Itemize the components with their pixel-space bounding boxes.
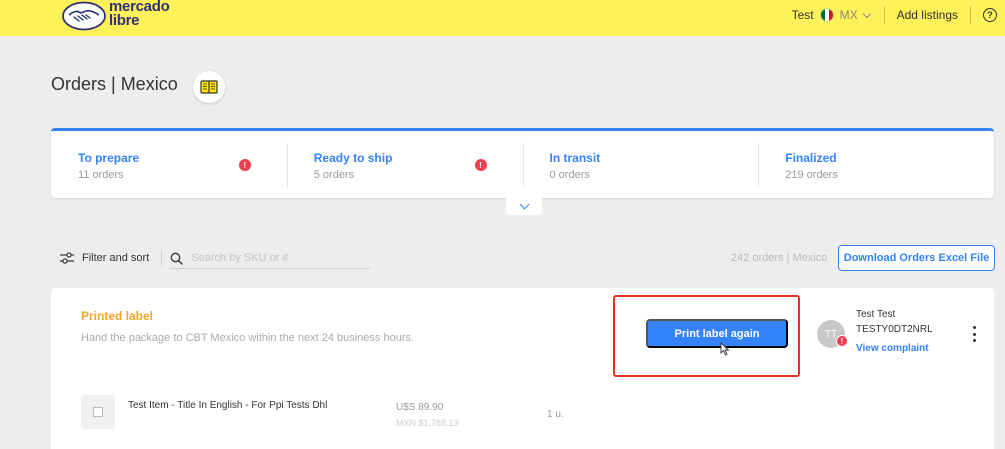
- more-options-icon[interactable]: [971, 326, 977, 342]
- print-label-again-button[interactable]: Print label again: [646, 319, 788, 348]
- chevron-down-icon[interactable]: [862, 9, 871, 18]
- mercado-libre-logo-icon[interactable]: [62, 1, 106, 31]
- search-box: [170, 252, 371, 269]
- page-title: Orders | Mexico: [51, 74, 178, 94]
- item-thumbnail[interactable]: [81, 395, 115, 429]
- view-complaint-link[interactable]: View complaint: [856, 343, 929, 354]
- tab-to-prepare[interactable]: To prepare 11 orders !: [51, 131, 287, 198]
- item-price-mxn: MXN $1,788.13: [396, 418, 459, 428]
- alert-icon: !: [238, 159, 251, 171]
- tab-count: 5 orders: [313, 169, 355, 181]
- item-quantity: 1 u.: [547, 409, 564, 420]
- help-icon[interactable]: ?: [983, 8, 997, 22]
- tab-title: In transit: [549, 151, 601, 165]
- tab-title: Ready to ship: [313, 151, 393, 165]
- tab-finalized[interactable]: Finalized 219 orders: [758, 131, 994, 198]
- top-header: mercado libre Test MX Add listings ?: [0, 0, 1005, 36]
- mouse-cursor-icon: [720, 342, 730, 356]
- header-nav: Test MX Add listings ?: [792, 0, 1005, 30]
- book-icon: [200, 80, 218, 94]
- chevron-down-icon: [519, 199, 529, 210]
- tab-ready-to-ship[interactable]: Ready to ship 5 orders !: [286, 131, 523, 198]
- tab-count: 219 orders: [785, 169, 838, 181]
- order-status-tabs: To prepare 11 orders ! Ready to ship 5 o…: [51, 128, 994, 198]
- add-listings-link[interactable]: Add listings: [897, 8, 958, 22]
- user-name[interactable]: Test: [792, 8, 814, 22]
- order-status-label: Printed label: [81, 309, 154, 323]
- nav-divider: [970, 6, 971, 24]
- item-title[interactable]: Test Item - Title In English - For Ppi T…: [128, 399, 338, 413]
- tab-in-transit[interactable]: In transit 0 orders: [522, 131, 759, 198]
- country-selector[interactable]: MX: [840, 8, 858, 22]
- order-card: Printed label Hand the package to CBT Me…: [51, 288, 994, 449]
- download-excel-button[interactable]: Download Orders Excel File: [838, 245, 995, 271]
- item-price-usd: U$S 89.90: [396, 402, 444, 413]
- filter-toolbar: Filter and sort: [60, 248, 371, 269]
- guide-button[interactable]: [193, 71, 225, 103]
- expand-tabs-button[interactable]: [506, 198, 542, 215]
- logo-wordmark: mercado libre: [109, 0, 170, 29]
- buyer-id: TESTY0DT2NRL: [856, 324, 933, 335]
- toolbar-divider: [161, 250, 163, 266]
- mexico-flag-icon[interactable]: [819, 8, 834, 22]
- search-input[interactable]: [191, 252, 362, 264]
- filter-and-sort-button[interactable]: Filter and sort: [82, 252, 149, 264]
- alert-icon: !: [474, 159, 487, 171]
- tab-count: 0 orders: [549, 169, 590, 181]
- filter-sliders-icon[interactable]: [60, 252, 74, 264]
- image-placeholder-icon: [93, 407, 103, 417]
- alert-icon: !: [836, 335, 848, 347]
- orders-count: 242 orders | Mexico: [731, 252, 828, 264]
- order-description: Hand the package to CBT Mexico within th…: [81, 332, 415, 344]
- nav-divider: [883, 6, 885, 24]
- search-icon[interactable]: [170, 252, 183, 265]
- tab-count: 11 orders: [78, 169, 124, 181]
- buyer-name: Test Test: [856, 309, 896, 320]
- tab-title: To prepare: [78, 151, 140, 165]
- tab-title: Finalized: [785, 151, 837, 165]
